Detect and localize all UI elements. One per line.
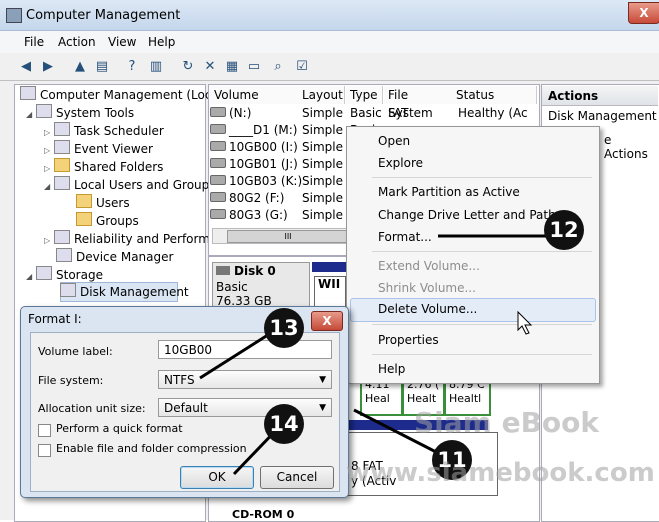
watermark-title: Siam eBook: [414, 406, 600, 439]
callout-14: 14: [264, 404, 304, 444]
callout-13: 13: [264, 308, 304, 348]
mouse-pointer-icon: [517, 310, 533, 335]
callout-overlay: [199, 234, 552, 476]
watermark-url: www.siamebook.com: [346, 458, 655, 488]
callout-12: 12: [544, 210, 584, 250]
